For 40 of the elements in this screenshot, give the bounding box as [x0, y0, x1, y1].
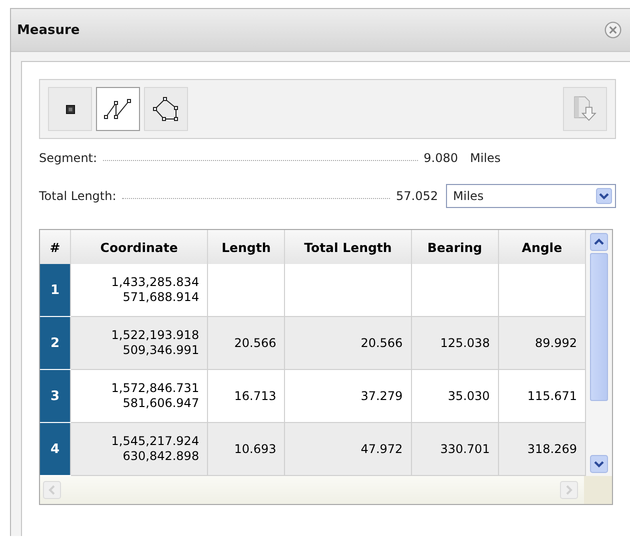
table-cell: 20.566 — [208, 316, 285, 370]
point-tool-button[interactable] — [48, 87, 92, 131]
scroll-thumb[interactable] — [590, 253, 608, 401]
row-number: 1 — [40, 264, 70, 316]
table-cell: 318.269 — [498, 422, 586, 476]
polygon-icon — [151, 96, 181, 122]
segment-value: 9.080 — [424, 151, 458, 165]
polyline-icon — [103, 98, 133, 120]
segment-unit: Miles — [469, 151, 502, 165]
table-cell: 1,545,217.924 630,842.898 — [70, 422, 208, 476]
window-title: Measure — [17, 22, 80, 38]
column-header: Length — [208, 230, 285, 264]
table-cell: 20.566 — [284, 316, 412, 370]
column-header: # — [40, 230, 70, 264]
column-header: Bearing — [411, 230, 498, 264]
column-header: Coordinate — [70, 230, 208, 264]
table-cell: 47.972 — [284, 422, 412, 476]
unit-dropdown[interactable]: Miles — [446, 184, 616, 208]
total-length-label: Total Length: — [39, 189, 116, 203]
polygon-tool-button[interactable] — [144, 87, 188, 131]
row-number: 2 — [40, 317, 70, 369]
row-number: 3 — [40, 370, 70, 422]
scroll-up-icon[interactable] — [590, 233, 608, 251]
row-number: 4 — [40, 423, 70, 475]
segment-label: Segment: — [39, 151, 98, 165]
table-cell: 1,522,193.918 509,346.991 — [70, 316, 208, 370]
table-cell: 125.038 — [411, 316, 498, 370]
export-button[interactable] — [563, 87, 607, 131]
total-length-value: 57.052 — [396, 189, 438, 203]
table-cell: 330.701 — [411, 422, 498, 476]
vertical-scrollbar[interactable] — [586, 230, 612, 476]
point-icon — [66, 104, 74, 114]
table-cell: 10.693 — [208, 422, 285, 476]
scrollbar-corner — [584, 476, 612, 504]
close-icon[interactable] — [604, 21, 622, 39]
line-tool-button[interactable] — [96, 87, 140, 131]
scroll-down-icon[interactable] — [590, 455, 608, 473]
table-cell: 89.992 — [498, 316, 586, 370]
column-header: Angle — [498, 230, 586, 264]
column-header: Total Length — [284, 230, 412, 264]
